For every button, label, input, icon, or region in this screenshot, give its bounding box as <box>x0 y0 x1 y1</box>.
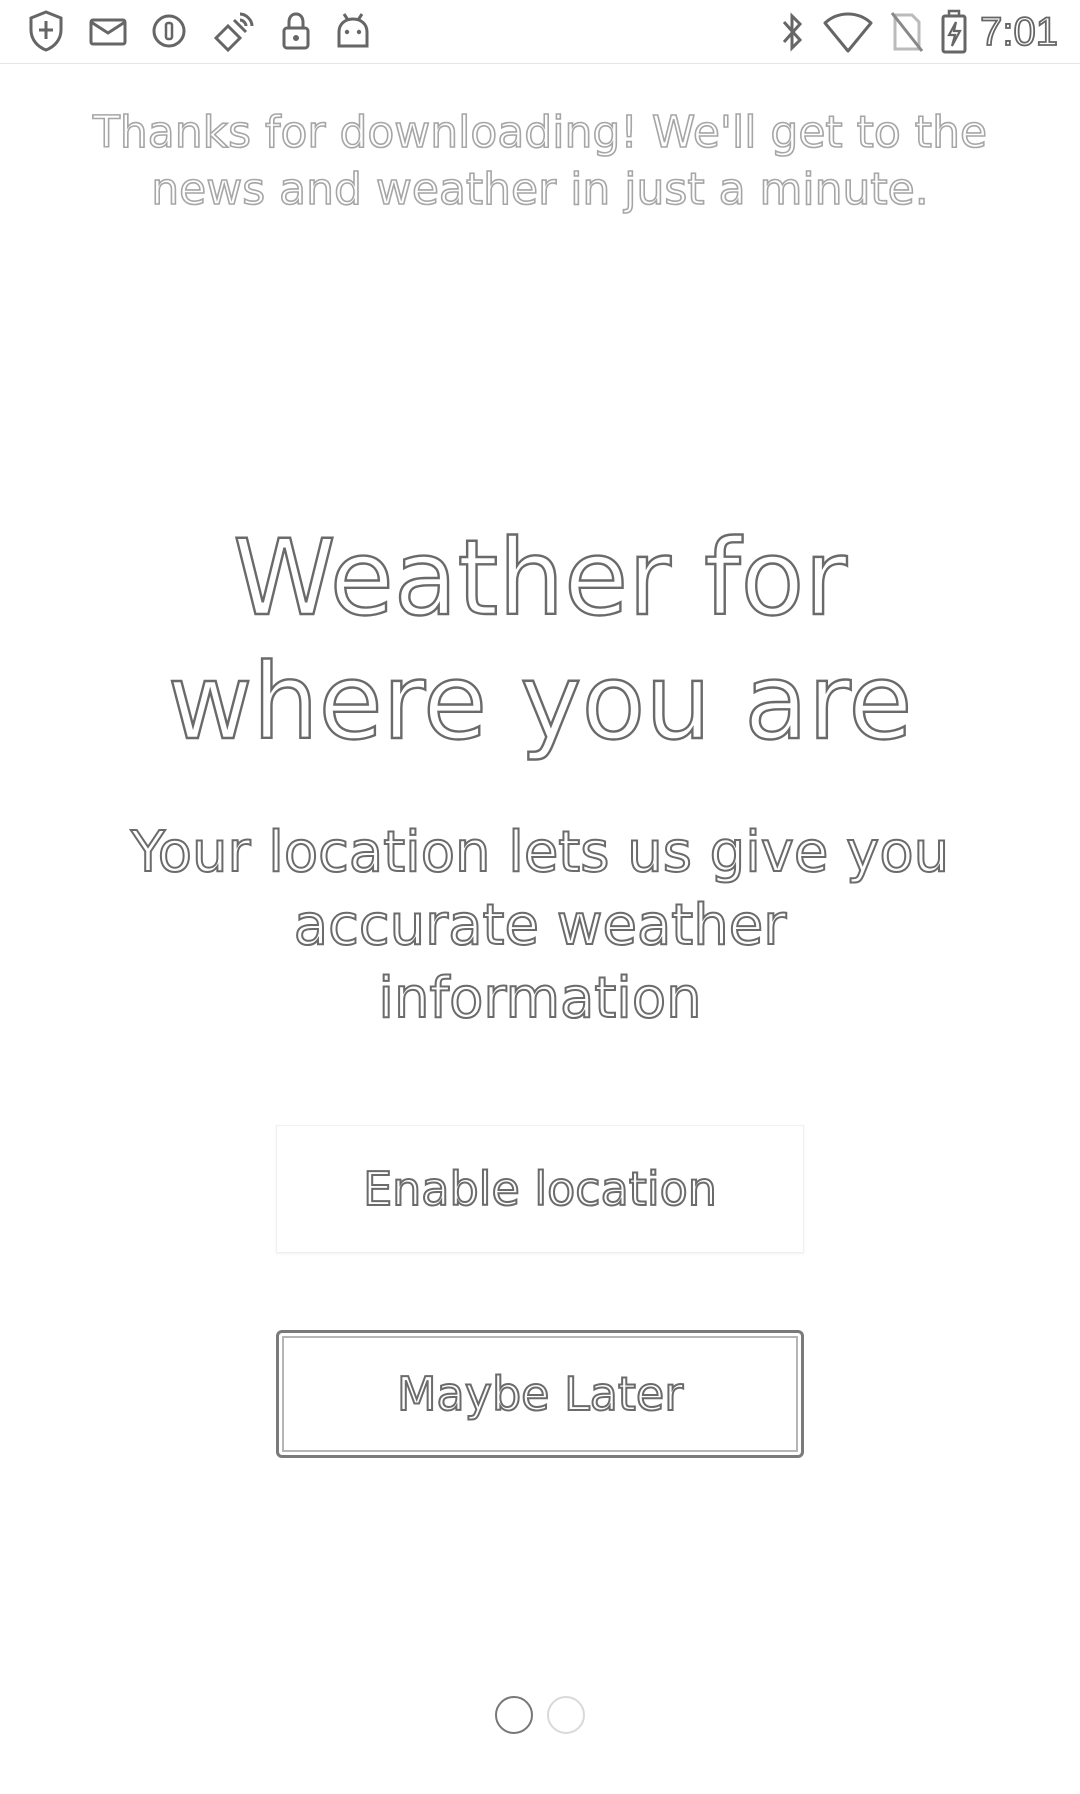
android-icon <box>334 10 372 52</box>
battery-charging-icon <box>940 9 968 55</box>
lock-icon <box>280 10 312 52</box>
maybe-later-button[interactable]: Maybe Later <box>276 1330 804 1458</box>
intro-message: Thanks for downloading! We'll get to the… <box>92 106 988 216</box>
satellite-icon <box>210 8 258 54</box>
wifi-icon <box>822 11 874 53</box>
page-indicator <box>0 1696 1080 1734</box>
status-bar: 7:01 <box>0 0 1080 64</box>
enable-location-button[interactable]: Enable location <box>276 1125 804 1253</box>
bluetooth-icon <box>778 10 806 54</box>
status-bar-system: 7:01 <box>762 8 1059 56</box>
circle-icon <box>150 12 188 50</box>
no-sim-icon <box>890 11 924 53</box>
page-dot-2[interactable] <box>547 1696 585 1734</box>
status-bar-notifications <box>26 8 394 54</box>
enable-location-label: Enable location <box>362 1161 718 1217</box>
status-time: 7:01 <box>979 9 1059 55</box>
page-title: Weather for where you are <box>166 516 913 764</box>
shield-icon <box>26 9 66 53</box>
page-subtitle: Your location lets us give you accurate … <box>130 819 950 1032</box>
onboarding-screen: 7:01 Thanks for downloading! We'll get t… <box>0 0 1080 1794</box>
page-dot-1[interactable] <box>495 1696 533 1734</box>
mail-icon <box>88 14 128 48</box>
maybe-later-label: Maybe Later <box>396 1366 684 1422</box>
